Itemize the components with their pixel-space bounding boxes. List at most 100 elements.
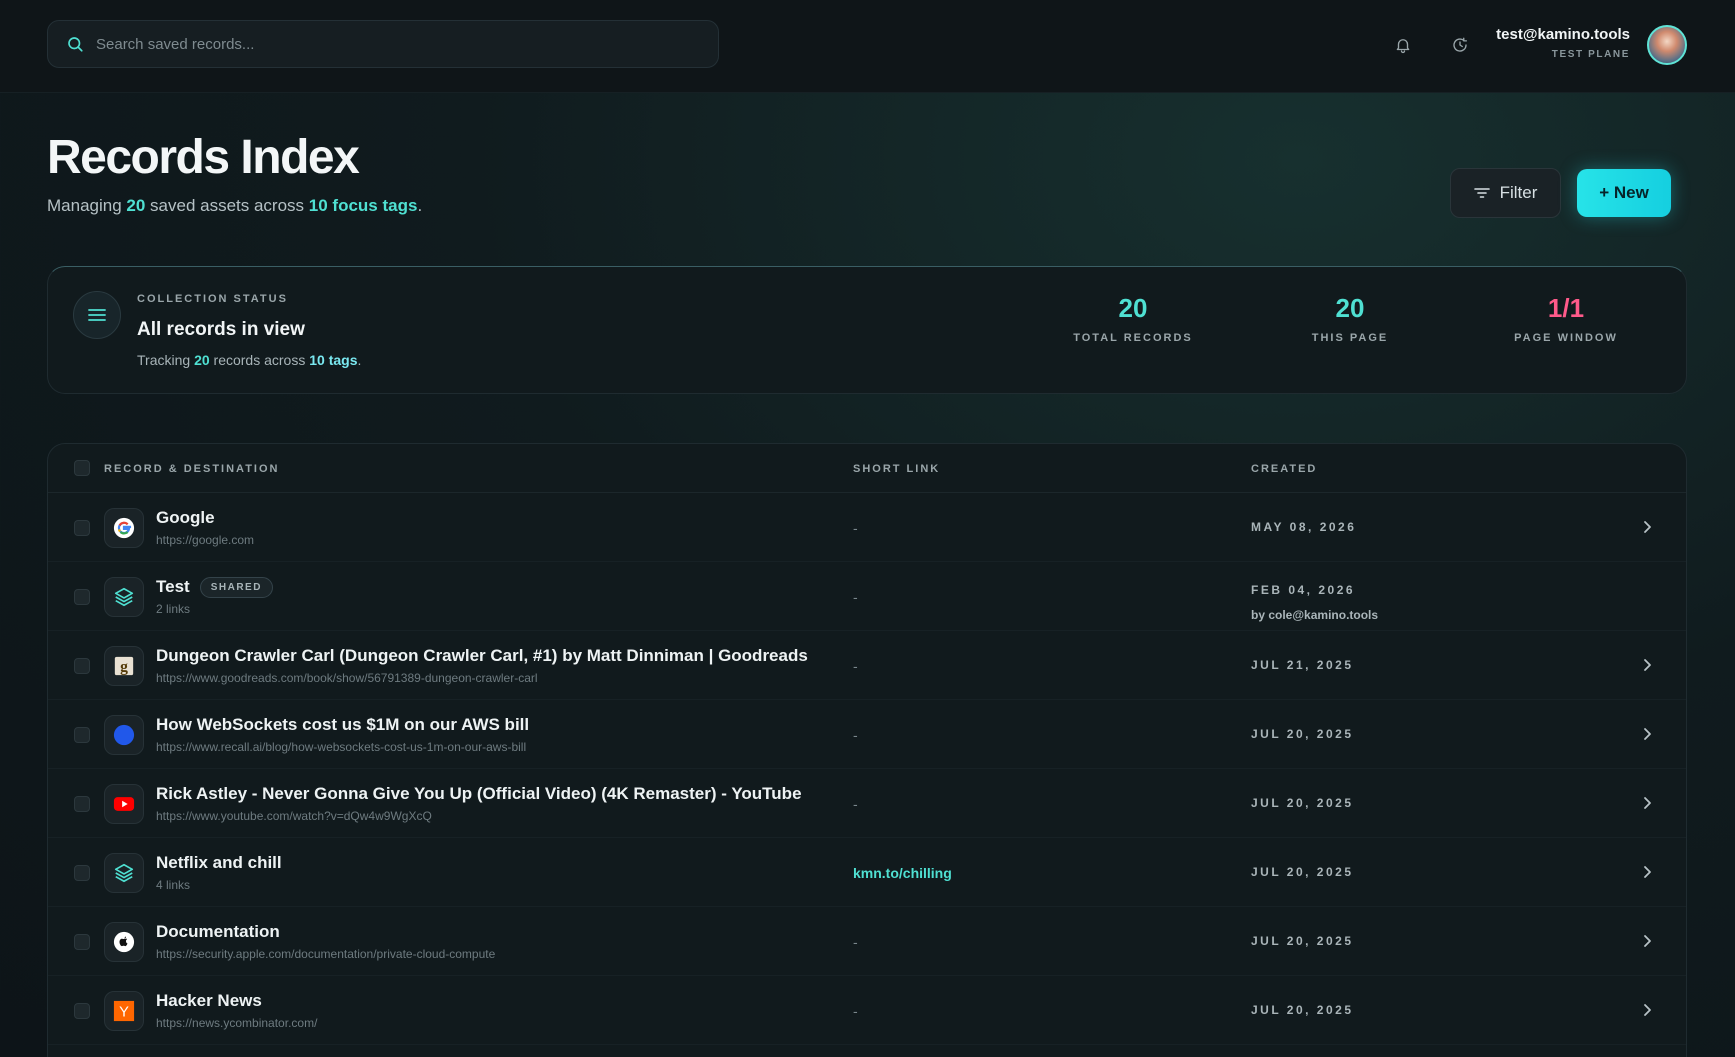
created-date: JUL 21, 2025 bbox=[1251, 658, 1354, 672]
stat-this-page: 20 THIS PAGE bbox=[1275, 293, 1425, 344]
svg-text:g: g bbox=[120, 659, 128, 676]
search-icon bbox=[68, 37, 83, 52]
column-header-record: RECORD & DESTINATION bbox=[104, 463, 280, 475]
subtitle-suffix: . bbox=[417, 196, 423, 215]
created-date: FEB 04, 2026 bbox=[1251, 583, 1356, 597]
record-title[interactable]: Dungeon Crawler Carl (Dungeon Crawler Ca… bbox=[156, 646, 808, 666]
created-date: JUL 20, 2025 bbox=[1251, 1003, 1354, 1017]
table-row[interactable]: Documentation https://security.apple.com… bbox=[48, 907, 1686, 976]
menu-icon bbox=[73, 291, 121, 339]
short-link[interactable]: kmn.to/chilling bbox=[853, 865, 952, 881]
status-desc-mid: records across bbox=[209, 352, 310, 368]
filter-icon bbox=[1473, 188, 1490, 198]
short-link: - bbox=[853, 727, 858, 743]
user-email: test@kamino.tools bbox=[1496, 26, 1630, 43]
layers-icon bbox=[104, 577, 144, 617]
row-checkbox[interactable] bbox=[74, 658, 90, 674]
created-date: JUL 20, 2025 bbox=[1251, 934, 1354, 948]
filter-label: Filter bbox=[1499, 183, 1538, 202]
youtube-icon bbox=[104, 784, 144, 824]
stat-value: 20 bbox=[1118, 293, 1148, 323]
apple-icon bbox=[104, 922, 144, 962]
table-row[interactable]: g Dungeon Crawler Carl (Dungeon Crawler … bbox=[48, 631, 1686, 700]
status-description: Tracking 20 records across 10 tags. bbox=[137, 352, 361, 368]
page-title: Records Index bbox=[47, 131, 360, 184]
goodreads-icon: g bbox=[104, 646, 144, 686]
top-bar: test@kamino.tools TEST PLANE bbox=[0, 0, 1735, 93]
table-row[interactable]: How WebSockets cost us $1M on our AWS bi… bbox=[48, 700, 1686, 769]
chevron-right-icon[interactable] bbox=[1640, 727, 1654, 741]
search-bar[interactable] bbox=[47, 20, 719, 68]
filter-button[interactable]: Filter bbox=[1450, 168, 1561, 218]
new-record-button[interactable]: + New bbox=[1577, 169, 1671, 217]
chevron-right-icon[interactable] bbox=[1640, 796, 1654, 810]
bell-icon[interactable] bbox=[1392, 34, 1414, 56]
table-header: RECORD & DESTINATION SHORT LINK CREATED bbox=[48, 444, 1686, 493]
short-link: - bbox=[853, 1003, 858, 1019]
column-header-short-link: SHORT LINK bbox=[853, 463, 941, 475]
layers-icon bbox=[104, 853, 144, 893]
stat-value: 20 bbox=[1335, 293, 1365, 323]
select-all-checkbox[interactable] bbox=[74, 460, 90, 476]
status-title: All records in view bbox=[137, 319, 305, 340]
created-date: JUL 20, 2025 bbox=[1251, 796, 1354, 810]
page-subtitle: Managing 20 saved assets across 10 focus… bbox=[47, 196, 422, 216]
chevron-right-icon[interactable] bbox=[1640, 658, 1654, 672]
row-checkbox[interactable] bbox=[74, 1003, 90, 1019]
row-checkbox[interactable] bbox=[74, 796, 90, 812]
row-checkbox[interactable] bbox=[74, 589, 90, 605]
record-title[interactable]: Rick Astley - Never Gonna Give You Up (O… bbox=[156, 784, 802, 804]
history-icon[interactable] bbox=[1449, 34, 1471, 56]
subtitle-count: 20 bbox=[126, 196, 146, 215]
chevron-right-icon[interactable] bbox=[1640, 520, 1654, 534]
status-desc-count: 20 bbox=[194, 352, 210, 368]
row-checkbox[interactable] bbox=[74, 865, 90, 881]
record-title[interactable]: Test SHARED bbox=[156, 577, 273, 598]
avatar[interactable] bbox=[1647, 25, 1687, 65]
row-checkbox[interactable] bbox=[74, 934, 90, 950]
chevron-right-icon[interactable] bbox=[1640, 1003, 1654, 1017]
record-url: https://google.com bbox=[156, 533, 255, 547]
user-info: test@kamino.tools TEST PLANE bbox=[1496, 26, 1630, 60]
record-title[interactable]: Hacker News bbox=[156, 991, 262, 1011]
status-label: COLLECTION STATUS bbox=[137, 293, 288, 305]
stat-label: TOTAL RECORDS bbox=[1073, 332, 1193, 344]
table-row[interactable]: Rick Astley - Never Gonna Give You Up (O… bbox=[48, 769, 1686, 838]
record-url: https://security.apple.com/documentation… bbox=[156, 947, 496, 961]
record-title[interactable]: Documentation bbox=[156, 922, 280, 942]
records-table: RECORD & DESTINATION SHORT LINK CREATED … bbox=[47, 443, 1687, 1057]
short-link: - bbox=[853, 589, 858, 605]
column-header-created: CREATED bbox=[1251, 463, 1318, 475]
created-date: JUL 20, 2025 bbox=[1251, 865, 1354, 879]
status-desc-suffix: . bbox=[357, 352, 362, 368]
table-row[interactable]: Google https://google.com - MAY 08, 2026 bbox=[48, 493, 1686, 562]
status-desc-prefix: Tracking bbox=[137, 352, 195, 368]
stat-label: PAGE WINDOW bbox=[1514, 332, 1618, 344]
table-row[interactable]: Y Hacker News https://news.ycombinator.c… bbox=[48, 976, 1686, 1045]
stat-page-window: 1/1 PAGE WINDOW bbox=[1491, 293, 1641, 344]
blue-dot-icon bbox=[104, 715, 144, 755]
short-link: - bbox=[853, 796, 858, 812]
record-url: https://www.goodreads.com/book/show/5679… bbox=[156, 671, 538, 685]
chevron-right-icon[interactable] bbox=[1640, 934, 1654, 948]
row-checkbox[interactable] bbox=[74, 520, 90, 536]
svg-text:Y: Y bbox=[119, 1005, 129, 1021]
table-row[interactable]: Netflix and chill 4 links kmn.to/chillin… bbox=[48, 838, 1686, 907]
record-title[interactable]: Google bbox=[156, 508, 215, 528]
status-desc-tags: 10 tags bbox=[309, 352, 358, 368]
stat-value: 1/1 bbox=[1547, 293, 1585, 323]
hackernews-icon: Y bbox=[104, 991, 144, 1031]
user-plan: TEST PLANE bbox=[1551, 49, 1630, 60]
subtitle-prefix: Managing bbox=[47, 196, 127, 215]
search-input[interactable] bbox=[96, 35, 676, 53]
record-title[interactable]: How WebSockets cost us $1M on our AWS bi… bbox=[156, 715, 529, 735]
collection-status-card: COLLECTION STATUS All records in view Tr… bbox=[47, 266, 1687, 394]
created-date: JUL 20, 2025 bbox=[1251, 727, 1354, 741]
short-link: - bbox=[853, 934, 858, 950]
row-checkbox[interactable] bbox=[74, 727, 90, 743]
stat-total-records: 20 TOTAL RECORDS bbox=[1058, 293, 1208, 344]
table-row[interactable]: Test SHARED 2 links - FEB 04, 2026 by col… bbox=[48, 562, 1686, 631]
stat-label: THIS PAGE bbox=[1311, 332, 1389, 344]
record-title[interactable]: Netflix and chill bbox=[156, 853, 282, 873]
chevron-right-icon[interactable] bbox=[1640, 865, 1654, 879]
